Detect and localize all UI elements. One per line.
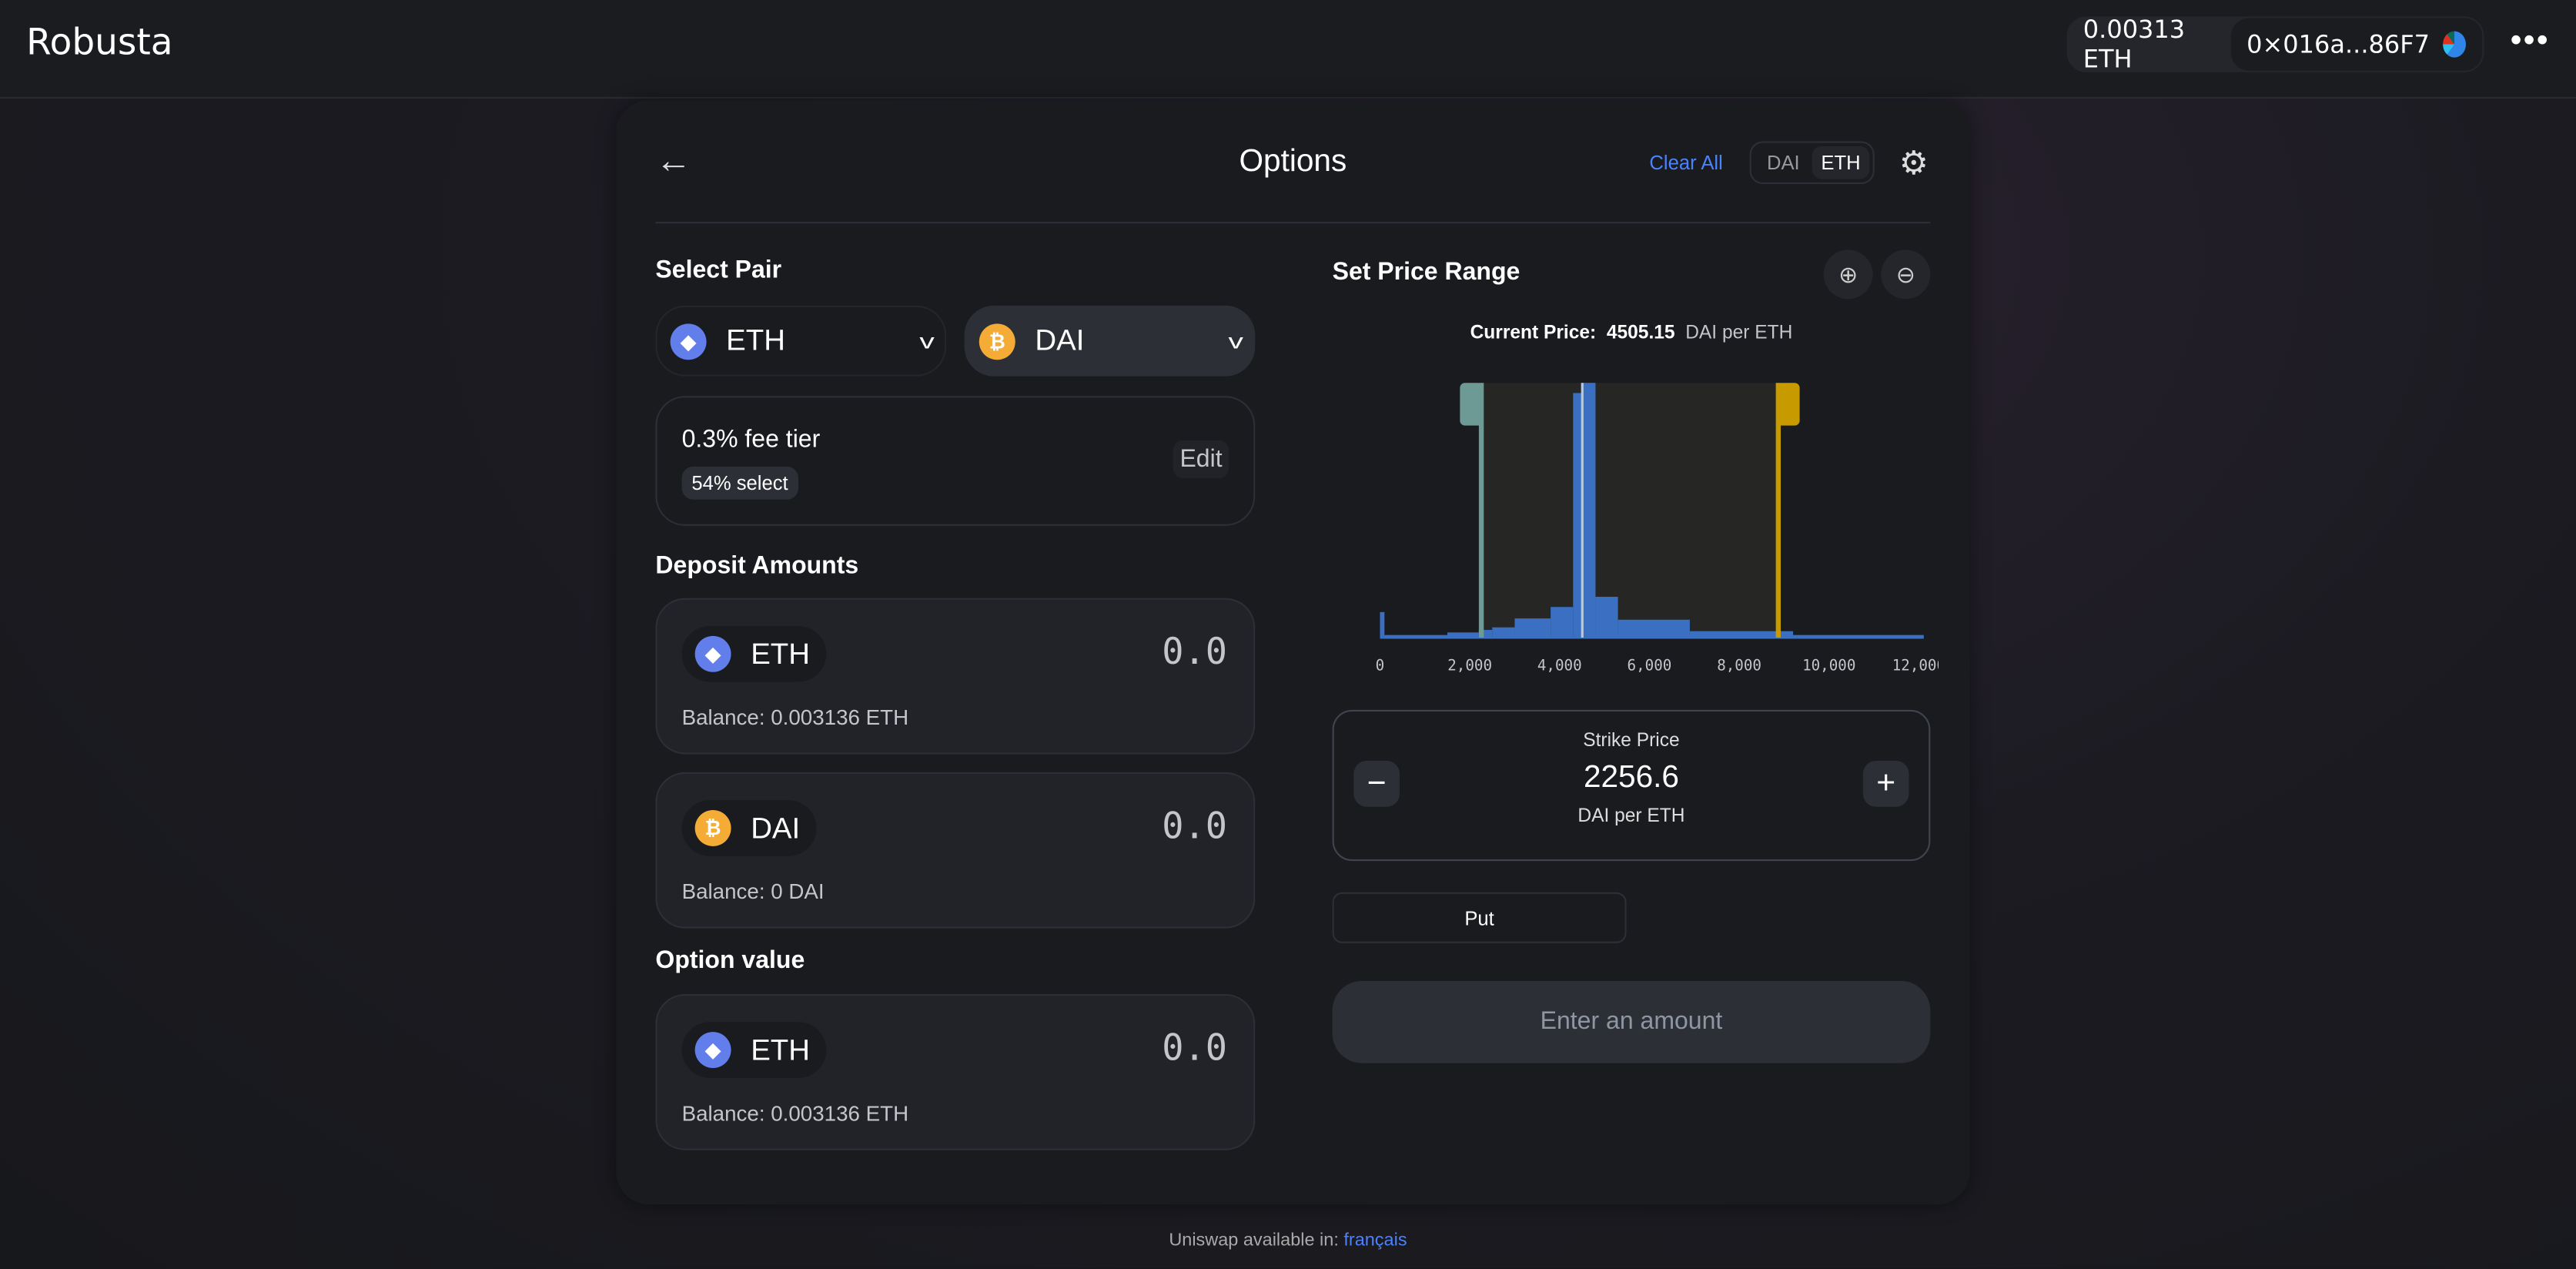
clear-all-button[interactable]: Clear All — [1649, 151, 1722, 174]
amount-field[interactable]: 0.0 — [1162, 1029, 1227, 1070]
deposit-heading: Deposit Amounts — [655, 551, 859, 581]
token-label: DAI — [751, 811, 801, 844]
denomination-toggle[interactable]: DAI ETH — [1749, 141, 1875, 184]
strike-price-box: Strike Price 2256.6 DAI per ETH − + — [1332, 709, 1931, 862]
dai-icon: ₿ — [979, 323, 1015, 360]
strike-label: Strike Price — [1583, 731, 1680, 752]
wallet-address: 0×016a...86F7 — [2246, 29, 2430, 59]
fee-tier-label: 0.3% fee tier — [681, 425, 821, 454]
x-tick-label: 0 — [1376, 657, 1385, 675]
toggle-eth[interactable]: ETH — [1812, 146, 1870, 179]
footer: Uniswap available in: français — [0, 1230, 2576, 1251]
liquidity-bar — [1595, 597, 1618, 638]
liquidity-bar — [1380, 611, 1385, 638]
token-label: ETH — [751, 1033, 811, 1066]
x-tick-label: 6,000 — [1628, 657, 1672, 675]
zoom-out-icon[interactable]: ⊖ — [1881, 249, 1931, 300]
eth-icon: ◆ — [694, 635, 731, 672]
option-value-input[interactable]: ◆ ETH 0.0 Balance: 0.003136 ETH — [655, 994, 1256, 1150]
liquidity-bar — [1581, 383, 1596, 638]
zoom-in-icon[interactable]: ⊕ — [1823, 249, 1873, 300]
dai-icon: ₿ — [694, 810, 731, 846]
current-price-value: 4505.15 — [1606, 323, 1675, 343]
amount-field[interactable]: 0.0 — [1162, 633, 1227, 674]
upper-range-handle[interactable] — [1776, 383, 1800, 426]
more-menu-button[interactable]: ••• — [2511, 23, 2550, 61]
fee-tier-box: 0.3% fee tier 54% select Edit — [655, 396, 1256, 526]
avatar-icon — [2443, 31, 2466, 58]
x-tick-label: 10,000 — [1802, 657, 1855, 675]
strike-unit: DAI per ETH — [1577, 806, 1685, 827]
wallet-balance: 0.00313 ETH — [2083, 15, 2186, 75]
eth-icon: ◆ — [670, 323, 707, 360]
amount-field[interactable]: 0.0 — [1162, 807, 1227, 848]
chevron-down-icon: v — [918, 328, 934, 353]
put-button[interactable]: Put — [1332, 892, 1627, 943]
submit-button[interactable]: Enter an amount — [1332, 980, 1931, 1063]
x-tick-label: 8,000 — [1717, 657, 1761, 675]
chevron-down-icon: v — [1227, 328, 1243, 353]
liquidity-bar — [1551, 607, 1574, 638]
balance-text: Balance: 0.003136 ETH — [681, 705, 909, 730]
x-tick-label: 12,000 — [1892, 657, 1939, 675]
app-title: Robusta — [26, 22, 173, 65]
app-root: Robusta 0.00313 ETH 0×016a...86F7 ••• ← … — [0, 0, 2576, 1269]
balance-text: Balance: 0.003136 ETH — [681, 1100, 909, 1126]
token-pill: ◆ ETH — [681, 626, 827, 682]
token-b-select[interactable]: ₿ DAI v — [964, 305, 1256, 377]
wallet-widget[interactable]: 0.00313 ETH 0×016a...86F7 — [2066, 15, 2484, 75]
token-label: ETH — [751, 636, 811, 670]
edit-fee-button[interactable]: Edit — [1173, 440, 1229, 478]
eth-icon: ◆ — [694, 1032, 731, 1069]
price-range-heading: Set Price Range — [1332, 258, 1521, 286]
top-bar: Robusta 0.00313 ETH 0×016a...86F7 ••• — [0, 0, 2576, 99]
liquidity-bar — [1573, 393, 1582, 638]
selected-range-area — [1481, 383, 1778, 638]
footer-text: Uniswap available in: — [1169, 1230, 1344, 1251]
deposit-eth-input[interactable]: ◆ ETH 0.0 Balance: 0.003136 ETH — [655, 598, 1256, 755]
current-price-label: Current Price: — [1470, 323, 1597, 343]
options-card: ← Options Clear All DAI ETH ⚙ Select Pai… — [616, 100, 1970, 1205]
x-tick-label: 4,000 — [1537, 657, 1582, 675]
strike-value-input[interactable]: 2256.6 — [1334, 761, 1929, 797]
deposit-dai-input[interactable]: ₿ DAI 0.0 Balance: 0 DAI — [655, 772, 1256, 929]
current-price: Current Price: 4505.15 DAI per ETH — [1333, 323, 1931, 343]
token-pill: ◆ ETH — [681, 1022, 827, 1078]
language-link[interactable]: français — [1343, 1230, 1407, 1251]
divider — [655, 222, 1931, 224]
liquidity-bar — [1514, 618, 1551, 638]
token-b-label: DAI — [1035, 323, 1085, 357]
lower-range-handle[interactable] — [1460, 383, 1484, 426]
token-a-label: ETH — [726, 323, 786, 357]
select-pair-heading: Select Pair — [655, 256, 782, 285]
current-price-unit: DAI per ETH — [1685, 323, 1793, 343]
increment-button[interactable]: + — [1862, 760, 1909, 807]
balance-text: Balance: 0 DAI — [681, 879, 825, 904]
liquidity-chart[interactable]: 0 2,000 4,000 6,000 8,000 10,000 12,000 — [1372, 377, 1939, 688]
decrement-button[interactable]: − — [1353, 760, 1400, 807]
gear-icon[interactable]: ⚙ — [1899, 143, 1929, 184]
option-value-heading: Option value — [655, 946, 805, 975]
token-pill: ₿ DAI — [681, 800, 817, 856]
toggle-dai[interactable]: DAI — [1755, 146, 1812, 179]
liquidity-bar — [1492, 627, 1515, 638]
account-button[interactable]: 0×016a...86F7 — [2230, 18, 2483, 71]
token-a-select[interactable]: ◆ ETH v — [655, 305, 947, 377]
x-tick-label: 2,000 — [1447, 657, 1492, 675]
liquidity-bar — [1618, 619, 1690, 638]
fee-select-badge: 54% select — [681, 467, 798, 500]
